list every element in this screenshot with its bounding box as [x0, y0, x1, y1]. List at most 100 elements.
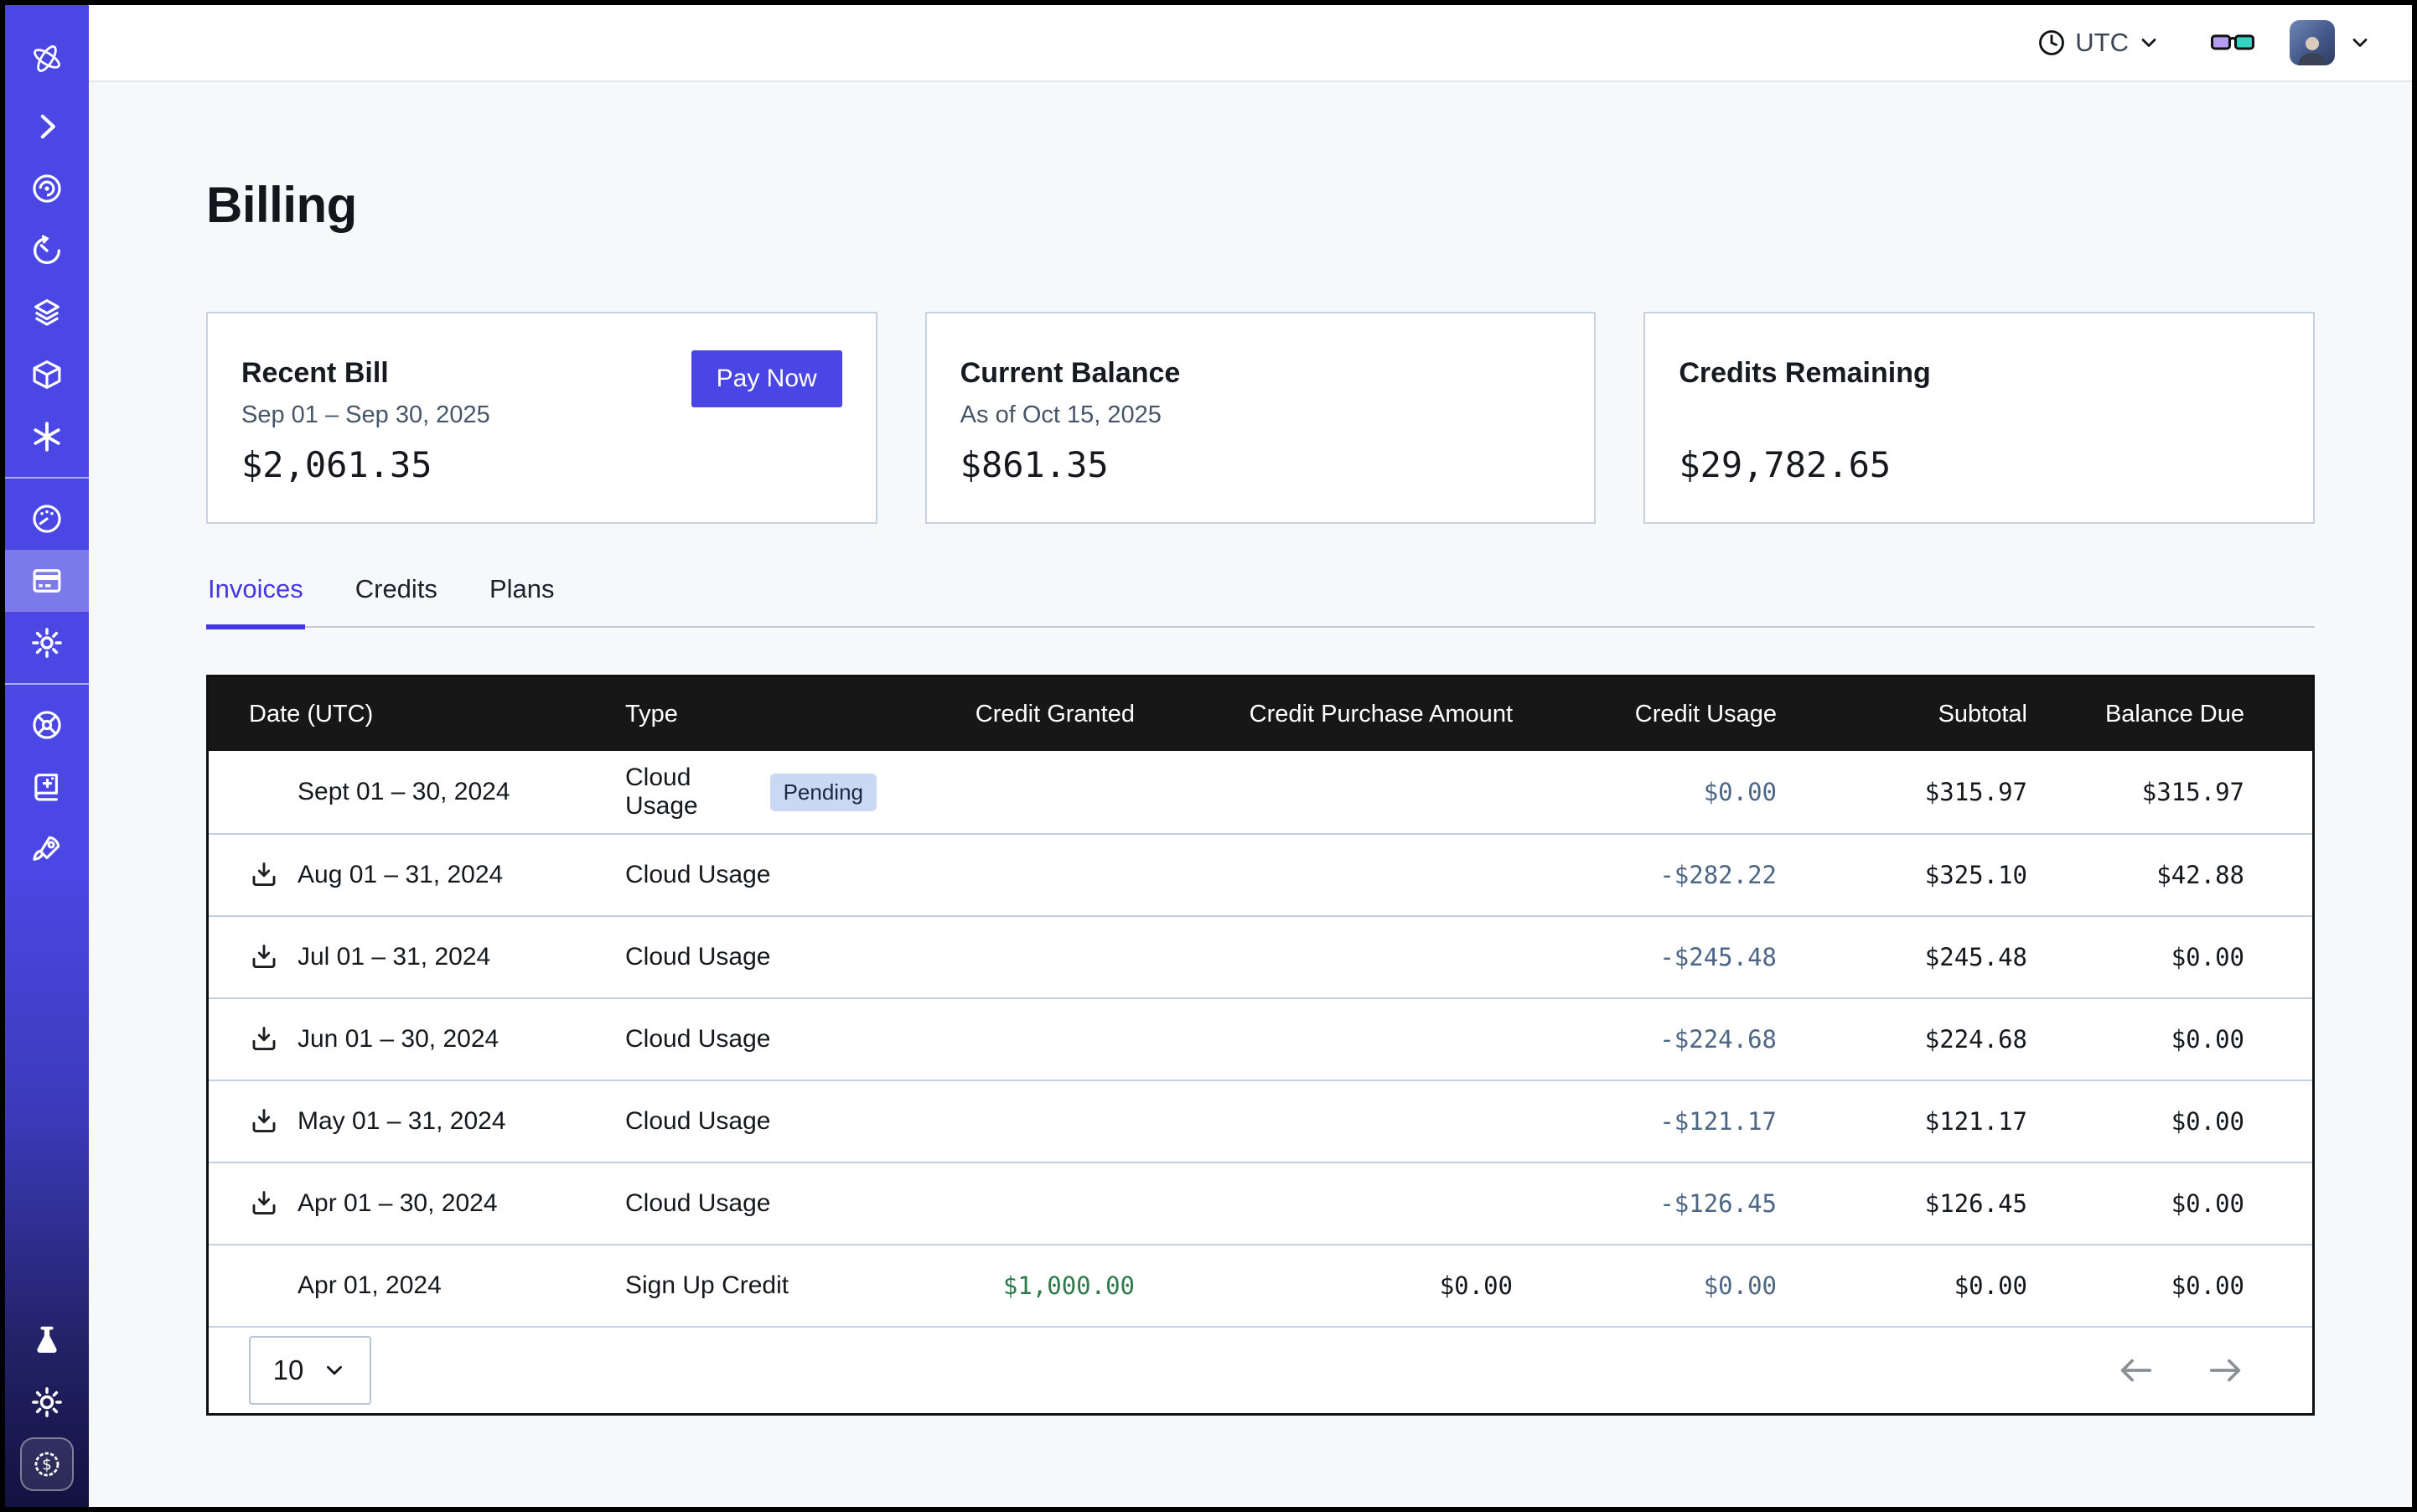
credit-usage-value: $0.00 [1513, 778, 1777, 806]
status-badge: Pending [770, 774, 877, 811]
billing-credit-card-icon[interactable] [5, 550, 89, 612]
subtotal-value: $126.45 [1777, 1189, 2027, 1218]
wheel-icon[interactable] [5, 694, 89, 756]
recent-bill-amount: $2,061.35 [241, 444, 432, 485]
credits-remaining-amount: $29,782.65 [1679, 444, 1891, 485]
chevron-down-icon[interactable] [2348, 31, 2372, 54]
invoice-date-cell: Jun 01 – 30, 2024 [209, 1024, 625, 1054]
timezone-selector[interactable]: UTC [2037, 28, 2161, 58]
invoice-date-cell: Aug 01 – 31, 2024 [209, 860, 625, 890]
table-row: May 01 – 31, 2024 Cloud Usage -$121.17 $… [209, 1080, 2312, 1162]
book-sparkle-icon[interactable] [5, 756, 89, 818]
table-row: Jun 01 – 30, 2024 Cloud Usage -$224.68 $… [209, 997, 2312, 1080]
invoice-type-cell: Cloud Usage [625, 1107, 877, 1136]
invoice-type-cell: Cloud Usage [625, 1025, 877, 1054]
page-size-value: 10 [273, 1354, 304, 1386]
invoice-date: Aug 01 – 31, 2024 [298, 861, 503, 889]
pay-now-button[interactable]: Pay Now [691, 350, 842, 407]
timer-icon[interactable] [5, 220, 89, 282]
orbit-logo-icon[interactable] [5, 22, 89, 96]
tab-plans[interactable]: Plans [488, 569, 556, 626]
balance-due-value: $0.00 [2027, 1025, 2244, 1054]
sidebar: $ [5, 5, 89, 1507]
table-row: Apr 01, 2024 Sign Up Credit $1,000.00 $0… [209, 1244, 2312, 1326]
column-header-type: Type [625, 701, 877, 728]
invoice-type: Cloud Usage [625, 943, 770, 971]
column-header-balance-due: Balance Due [2027, 701, 2244, 728]
chevron-down-icon [322, 1358, 347, 1383]
invoice-date-cell: Sept 01 – 30, 2024 [209, 777, 625, 807]
credit-usage-value: -$126.45 [1513, 1189, 1777, 1218]
download-invoice-icon[interactable] [249, 942, 298, 972]
column-header-credit-usage: Credit Usage [1513, 701, 1777, 728]
credit-usage-value: -$282.22 [1513, 861, 1777, 889]
card-title: Credits Remaining [1679, 357, 2280, 390]
sidebar-divider [5, 477, 89, 479]
invoice-date-cell: May 01 – 31, 2024 [209, 1106, 625, 1137]
asterisk-icon[interactable] [5, 406, 89, 468]
flask-icon[interactable] [5, 1309, 89, 1371]
current-balance-amount: $861.35 [960, 444, 1109, 485]
current-balance-card: Current Balance As of Oct 15, 2025 $861.… [925, 312, 1597, 524]
invoice-type: Cloud Usage [625, 861, 770, 889]
invoice-date-cell: Apr 01 – 30, 2024 [209, 1188, 625, 1219]
balance-due-value: $0.00 [2027, 1271, 2244, 1300]
eye-icon[interactable] [5, 158, 89, 220]
invoice-type-cell: Sign Up Credit [625, 1271, 877, 1300]
svg-text:$: $ [42, 1457, 52, 1474]
invoice-date-cell: Apr 01, 2024 [209, 1271, 625, 1301]
gear-icon[interactable] [5, 612, 89, 674]
invoice-type: Cloud Usage [625, 1107, 770, 1136]
balance-due-value: $0.00 [2027, 1107, 2244, 1136]
subtotal-value: $121.17 [1777, 1107, 2027, 1136]
credit-purchase-value: $0.00 [1135, 1271, 1513, 1300]
rocket-icon[interactable] [5, 818, 89, 880]
topbar: UTC [89, 5, 2412, 82]
download-invoice-icon[interactable] [249, 1106, 298, 1137]
invoice-date: Apr 01, 2024 [298, 1271, 442, 1300]
subtotal-value: $0.00 [1777, 1271, 2027, 1300]
column-header-credit-purchase-amount: Credit Purchase Amount [1135, 701, 1513, 728]
invoice-type-cell: Cloud Usage Pending [625, 764, 877, 821]
tab-invoices[interactable]: Invoices [206, 569, 305, 629]
layers-icon[interactable] [5, 282, 89, 344]
subtotal-value: $245.48 [1777, 943, 2027, 971]
billing-tabs: Invoices Credits Plans [206, 569, 2315, 628]
gauge-icon[interactable] [5, 488, 89, 550]
credits-remaining-card: Credits Remaining $29,782.65 [1643, 312, 2315, 524]
download-invoice-icon[interactable] [249, 1024, 298, 1054]
invoice-date: Jun 01 – 30, 2024 [298, 1025, 499, 1054]
table-row: Aug 01 – 31, 2024 Cloud Usage -$282.22 $… [209, 833, 2312, 915]
invoice-date-cell: Jul 01 – 31, 2024 [209, 942, 625, 972]
glasses-icon[interactable] [2209, 30, 2256, 55]
previous-page-arrow-icon[interactable] [2116, 1354, 2155, 1387]
invoice-type: Sign Up Credit [625, 1271, 789, 1300]
invoice-type: Cloud Usage [625, 764, 752, 821]
credit-usage-value: -$224.68 [1513, 1025, 1777, 1054]
dollar-badge-icon[interactable]: $ [5, 1433, 89, 1495]
download-invoice-icon[interactable] [249, 1188, 298, 1219]
subtotal-value: $224.68 [1777, 1025, 2027, 1054]
invoice-type-cell: Cloud Usage [625, 861, 877, 889]
billing-page: Billing Recent Bill Sep 01 – Sep 30, 202… [89, 82, 2412, 1507]
next-page-arrow-icon[interactable] [2207, 1354, 2245, 1387]
invoice-date: Jul 01 – 31, 2024 [298, 943, 490, 971]
invoice-date: Apr 01 – 30, 2024 [298, 1189, 498, 1218]
sun-icon[interactable] [5, 1371, 89, 1433]
page-size-select[interactable]: 10 [249, 1336, 371, 1405]
timezone-label: UTC [2075, 28, 2129, 58]
balance-due-value: $0.00 [2027, 1189, 2244, 1218]
invoice-rows: Sept 01 – 30, 2024 Cloud Usage Pending $… [209, 751, 2312, 1326]
balance-due-value: $0.00 [2027, 943, 2244, 971]
chevron-right-icon[interactable] [5, 96, 89, 158]
cube-icon[interactable] [5, 344, 89, 406]
invoice-type-cell: Cloud Usage [625, 1189, 877, 1218]
download-invoice-icon[interactable] [249, 860, 298, 890]
balance-due-value: $315.97 [2027, 778, 2244, 806]
summary-cards: Recent Bill Sep 01 – Sep 30, 2025 $2,061… [206, 312, 2315, 524]
table-row: Sept 01 – 30, 2024 Cloud Usage Pending $… [209, 751, 2312, 833]
user-avatar[interactable] [2290, 20, 2335, 65]
card-subtitle: As of Oct 15, 2025 [960, 401, 1561, 430]
invoice-date: May 01 – 31, 2024 [298, 1107, 506, 1136]
tab-credits[interactable]: Credits [354, 569, 439, 626]
